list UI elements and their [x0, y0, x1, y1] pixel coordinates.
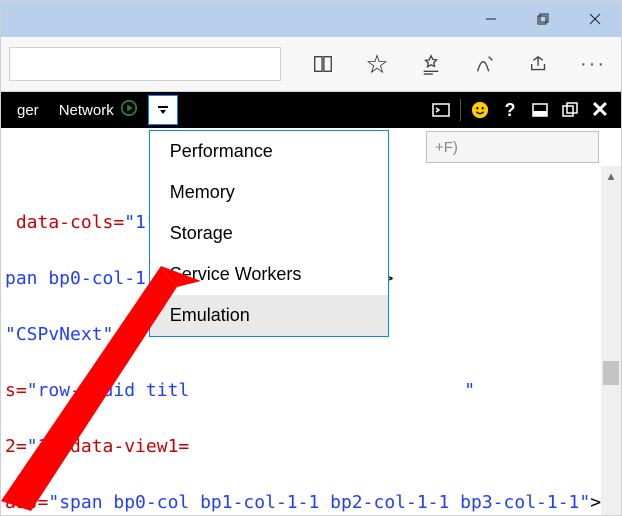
- menu-item-emulation[interactable]: Emulation: [150, 295, 388, 336]
- record-icon: [120, 99, 138, 121]
- menu-item-storage[interactable]: Storage: [150, 213, 388, 254]
- address-bar-stub[interactable]: [9, 47, 281, 81]
- window-title-bar: [1, 1, 621, 37]
- devtools-overflow-button[interactable]: Performance Memory Storage Service Worke…: [148, 95, 178, 125]
- feedback-icon[interactable]: [465, 95, 495, 125]
- scrollbar-thumb[interactable]: [603, 361, 619, 385]
- devtools-search-box[interactable]: +F): [426, 131, 599, 163]
- devtools-tab-network[interactable]: Network: [49, 92, 148, 128]
- close-button[interactable]: [569, 1, 621, 37]
- devtools-overflow-menu: Performance Memory Storage Service Worke…: [149, 130, 389, 337]
- vertical-scrollbar[interactable]: ▴: [601, 166, 621, 515]
- devtools-tab-debugger-partial[interactable]: ger: [7, 92, 49, 128]
- share-icon[interactable]: [519, 44, 559, 84]
- menu-item-service-workers[interactable]: Service Workers: [150, 254, 388, 295]
- help-icon[interactable]: ?: [495, 95, 525, 125]
- dock-bottom-icon[interactable]: [525, 95, 555, 125]
- favorite-icon[interactable]: ☆: [357, 44, 397, 84]
- reading-view-icon[interactable]: [303, 44, 343, 84]
- minimize-button[interactable]: [465, 1, 517, 37]
- maximize-button[interactable]: [517, 1, 569, 37]
- scroll-up-icon[interactable]: ▴: [601, 166, 621, 186]
- devtools-close-icon[interactable]: ✕: [585, 95, 615, 125]
- more-icon[interactable]: ···: [573, 44, 613, 84]
- undock-icon[interactable]: [555, 95, 585, 125]
- divider: [460, 99, 461, 121]
- devtools-tab-strip: ger Network Performance Memory Storage S…: [1, 92, 621, 128]
- search-placeholder: +F): [435, 139, 458, 156]
- console-toggle-icon[interactable]: [426, 95, 456, 125]
- favorites-list-icon[interactable]: [411, 44, 451, 84]
- browser-toolbar: ☆ ···: [1, 37, 621, 92]
- notes-icon[interactable]: [465, 44, 505, 84]
- menu-item-memory[interactable]: Memory: [150, 172, 388, 213]
- menu-item-performance[interactable]: Performance: [150, 131, 388, 172]
